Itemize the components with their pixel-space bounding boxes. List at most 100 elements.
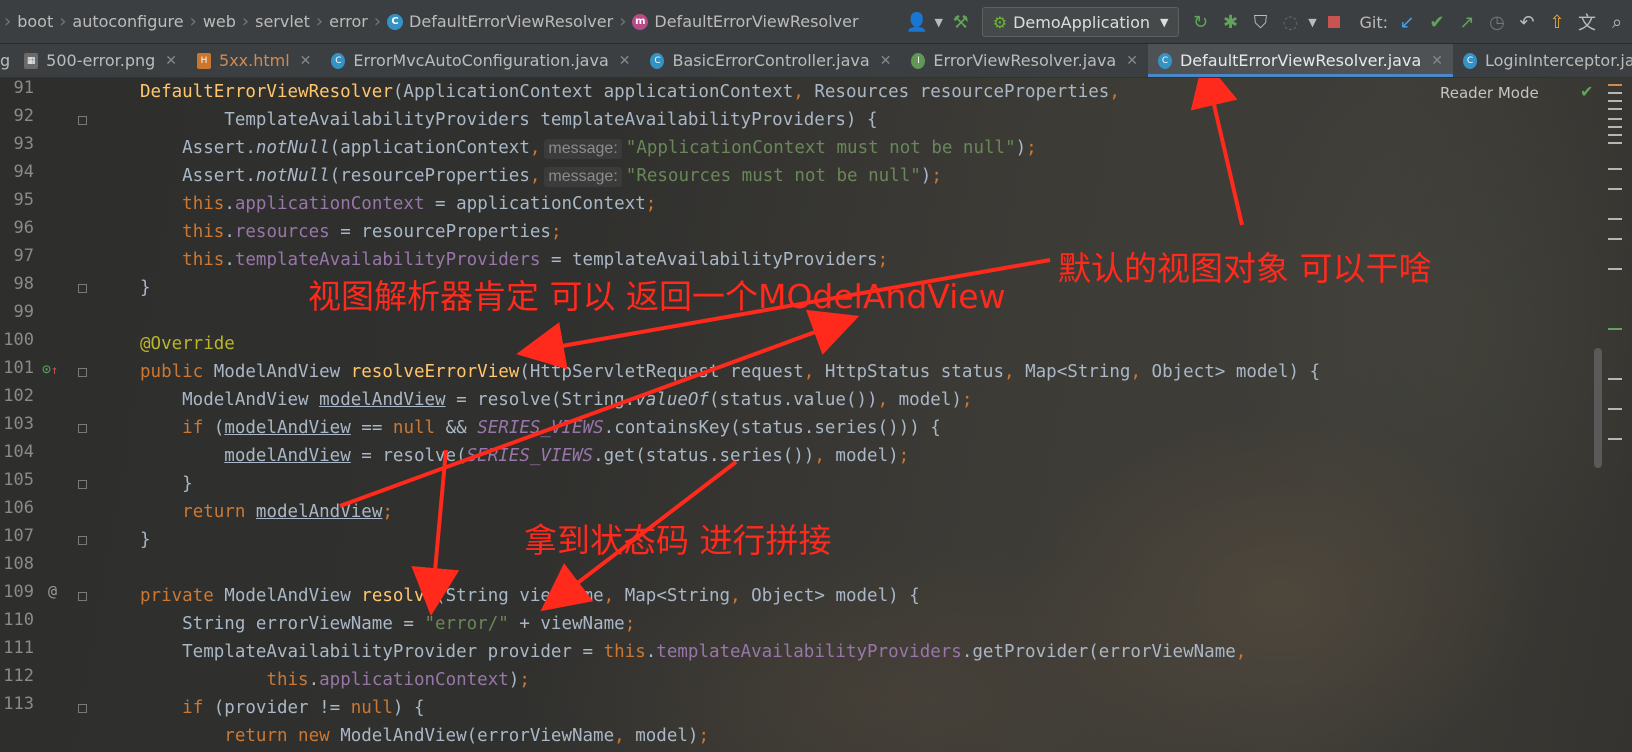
tab-label: ErrorViewResolver.java bbox=[933, 51, 1117, 70]
breadcrumb-item-class[interactable]: C DefaultErrorViewResolver bbox=[383, 12, 617, 31]
marker bbox=[1608, 134, 1622, 136]
line-number: 111 bbox=[3, 638, 34, 658]
close-icon[interactable]: ✕ bbox=[880, 53, 892, 69]
breadcrumb-item-autoconfigure[interactable]: autoconfigure bbox=[68, 12, 187, 31]
close-icon[interactable]: ✕ bbox=[300, 53, 312, 69]
ide-plugin-icon[interactable]: ⇧ bbox=[1542, 7, 1572, 37]
code-line[interactable] bbox=[140, 302, 151, 330]
rerun-icon[interactable]: ↻ bbox=[1185, 7, 1215, 37]
tab-label: ErrorMvcAutoConfiguration.java bbox=[353, 51, 609, 70]
code-line[interactable]: public ModelAndView resolveErrorView(Htt… bbox=[140, 358, 1320, 386]
search-icon[interactable]: ⌕ bbox=[1602, 7, 1632, 37]
interface-icon: I bbox=[911, 52, 926, 69]
marker bbox=[1608, 378, 1622, 380]
close-icon[interactable]: ✕ bbox=[1431, 53, 1443, 69]
fold-marker[interactable] bbox=[78, 592, 87, 601]
fold-marker[interactable] bbox=[78, 284, 87, 293]
scrollbar[interactable] bbox=[1594, 348, 1602, 468]
code-line[interactable] bbox=[140, 554, 151, 582]
line-number: 101 bbox=[3, 358, 34, 378]
line-number: 105 bbox=[3, 470, 34, 490]
stop-icon[interactable] bbox=[1319, 7, 1349, 37]
breadcrumb-item-servlet[interactable]: servlet bbox=[251, 12, 314, 31]
tab-basic-error-controller[interactable]: C BasicErrorController.java ✕ bbox=[640, 44, 901, 77]
code-line[interactable]: if (modelAndView == null && SERIES_VIEWS… bbox=[140, 414, 941, 442]
translate-icon[interactable]: 文 bbox=[1572, 7, 1602, 37]
close-icon[interactable]: ✕ bbox=[619, 53, 631, 69]
rollback-icon[interactable]: ↶ bbox=[1512, 7, 1542, 37]
line-number: 98 bbox=[13, 274, 34, 294]
line-number: 107 bbox=[3, 526, 34, 546]
code-line[interactable]: ModelAndView modelAndView = resolve(Stri… bbox=[140, 386, 972, 414]
fold-marker[interactable] bbox=[78, 536, 87, 545]
code-line[interactable]: Assert.notNull(applicationContext, messag… bbox=[140, 134, 1037, 162]
class-icon: C bbox=[1157, 52, 1172, 69]
code-line[interactable]: } bbox=[140, 526, 151, 554]
tab-500-error-png[interactable]: g ▦ 500-error.png ✕ bbox=[0, 44, 187, 77]
code-line[interactable]: this.applicationContext = applicationCon… bbox=[140, 190, 656, 218]
debug-bug-icon[interactable]: ✱ bbox=[1215, 7, 1245, 37]
inspection-ok-icon[interactable]: ✔ bbox=[1580, 82, 1593, 101]
close-icon[interactable]: ✕ bbox=[1126, 53, 1138, 69]
tab-default-error-view-resolver[interactable]: C DefaultErrorViewResolver.java ✕ bbox=[1147, 44, 1454, 77]
code-editor[interactable]: 91 92 93 94 95 96 97 98 99 100 101 102 1… bbox=[0, 78, 1632, 752]
marker bbox=[1608, 218, 1622, 220]
history-clock-icon[interactable]: ◷ bbox=[1482, 7, 1512, 37]
close-icon[interactable]: ✕ bbox=[165, 53, 177, 69]
code-line[interactable]: } bbox=[140, 274, 151, 302]
breadcrumb-item-web[interactable]: web bbox=[199, 12, 240, 31]
fold-marker[interactable] bbox=[78, 704, 87, 713]
code-line[interactable]: TemplateAvailabilityProviders templateAv… bbox=[140, 106, 877, 134]
fold-marker[interactable] bbox=[78, 116, 87, 125]
code-line[interactable]: return new ModelAndView(errorViewName, m… bbox=[140, 722, 709, 750]
build-hammer-icon[interactable]: ⚒ bbox=[946, 7, 976, 37]
reader-mode-toggle[interactable]: Reader Mode bbox=[1440, 84, 1539, 102]
code-line[interactable]: return modelAndView; bbox=[140, 498, 393, 526]
user-icon[interactable]: 👤 bbox=[902, 7, 932, 37]
git-push-icon[interactable]: ↗ bbox=[1452, 7, 1482, 37]
code-line[interactable]: TemplateAvailabilityProvider provider = … bbox=[140, 638, 1246, 666]
chevron-down-icon[interactable]: ▼ bbox=[1305, 7, 1319, 37]
class-icon: C bbox=[1462, 52, 1477, 69]
code-line[interactable]: if (provider != null) { bbox=[140, 694, 424, 722]
marker bbox=[1608, 142, 1622, 144]
annotation-status-code: 拿到状态码 进行拼接 bbox=[524, 521, 832, 560]
line-number: 96 bbox=[13, 218, 34, 238]
fold-marker[interactable] bbox=[78, 480, 87, 489]
git-commit-icon[interactable]: ✔ bbox=[1422, 7, 1452, 37]
at-annotation-icon[interactable]: @ bbox=[48, 582, 57, 600]
error-stripe[interactable] bbox=[1606, 78, 1632, 752]
git-update-icon[interactable]: ↙ bbox=[1392, 7, 1422, 37]
code-line[interactable]: this.resources = resourceProperties; bbox=[140, 218, 561, 246]
breadcrumb-item-error[interactable]: error bbox=[325, 12, 372, 31]
code-line[interactable]: private ModelAndView resolve(String view… bbox=[140, 582, 920, 610]
override-method-icon[interactable]: ⊙↑ bbox=[42, 360, 58, 378]
code-line[interactable]: Assert.notNull(resourceProperties, messag… bbox=[140, 162, 942, 190]
fold-marker[interactable] bbox=[78, 424, 87, 433]
code-line[interactable]: String errorViewName = "error/" + viewNa… bbox=[140, 610, 635, 638]
tab-login-interceptor[interactable]: C LoginInterceptor.java ✕ bbox=[1453, 44, 1632, 77]
string-literal: "ApplicationContext must not be null" bbox=[625, 138, 1016, 158]
chevron-down-icon[interactable]: ▼ bbox=[932, 7, 946, 37]
breadcrumb-item-method[interactable]: m DefaultErrorViewResolver bbox=[628, 12, 862, 31]
code-line[interactable]: DefaultErrorViewResolver(ApplicationCont… bbox=[140, 78, 1120, 106]
fold-marker[interactable] bbox=[78, 368, 87, 377]
code-line[interactable]: @Override bbox=[140, 330, 235, 358]
breadcrumb: › boot › autoconfigure › web › servlet ›… bbox=[0, 0, 863, 43]
line-number: 113 bbox=[3, 694, 34, 714]
coverage-shield-icon[interactable]: ⛉ bbox=[1245, 7, 1275, 37]
code-line[interactable]: this.applicationContext); bbox=[140, 666, 529, 694]
breadcrumb-item-boot[interactable]: boot bbox=[13, 12, 57, 31]
code-line[interactable]: } bbox=[140, 470, 193, 498]
code-line[interactable]: modelAndView = resolve(SERIES_VIEWS.get(… bbox=[140, 442, 909, 470]
line-number: 100 bbox=[3, 330, 34, 350]
tab-label: 500-error.png bbox=[46, 51, 156, 70]
tab-error-view-resolver[interactable]: I ErrorViewResolver.java ✕ bbox=[901, 44, 1148, 77]
profiler-icon[interactable]: ◌ bbox=[1275, 7, 1305, 37]
run-config-select[interactable]: ⚙ DemoApplication ▼ bbox=[981, 7, 1180, 37]
line-number: 106 bbox=[3, 498, 34, 518]
tab-error-mvc-auto-configuration[interactable]: C ErrorMvcAutoConfiguration.java ✕ bbox=[321, 44, 640, 77]
tab-label: DefaultErrorViewResolver.java bbox=[1179, 51, 1422, 70]
editor-tabs: g ▦ 500-error.png ✕ H 5xx.html ✕ C Error… bbox=[0, 44, 1632, 78]
tab-5xx-html[interactable]: H 5xx.html ✕ bbox=[187, 44, 321, 77]
